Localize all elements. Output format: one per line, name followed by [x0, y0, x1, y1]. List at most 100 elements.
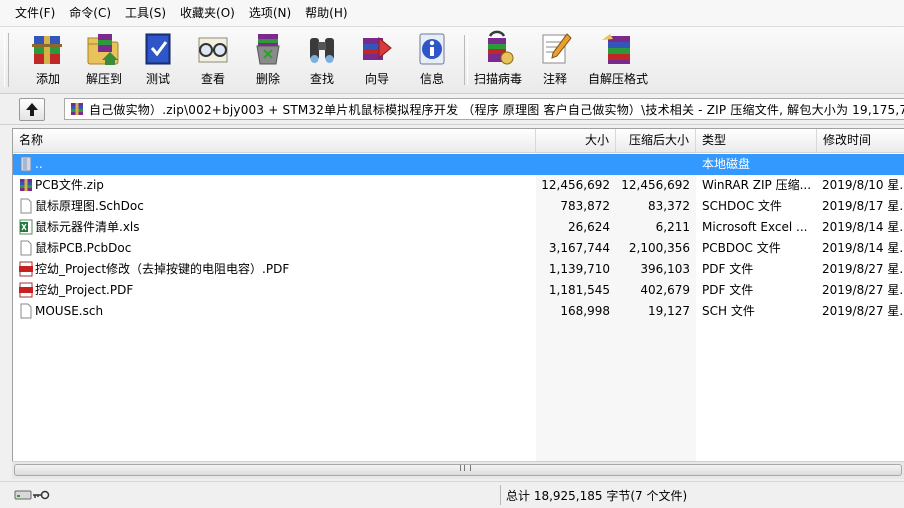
pdf-icon — [19, 261, 33, 277]
file-modified: 2019/8/14 星... — [822, 241, 904, 255]
document-icon — [20, 303, 32, 319]
file-size: 1,139,710 — [548, 262, 610, 276]
address-bar: 自己做实物）.zip\002+bjy003 + STM32单片机鼠标模拟程序开发… — [0, 94, 904, 125]
toolbar-grip[interactable] — [4, 33, 9, 87]
file-modified: 2019/8/27 星... — [822, 283, 904, 297]
comment-button[interactable]: 注释 — [527, 30, 583, 90]
table-row-parent[interactable]: .. 本地磁盘 — [13, 154, 904, 175]
excel-icon — [19, 219, 33, 235]
menu-options[interactable]: 选项(N) — [242, 2, 298, 24]
status-bar: 总计 18,925,185 字节(7 个文件) — [0, 481, 904, 508]
file-type: PDF 文件 — [702, 262, 754, 276]
up-arrow-icon — [26, 103, 38, 116]
scrollbar-grip — [460, 465, 471, 471]
table-row[interactable]: 鼠标元器件清单.xls 26,624 6,211 Microsoft Excel… — [13, 217, 904, 238]
extract-folder-icon — [87, 34, 119, 65]
info-icon — [419, 33, 445, 65]
sfx-label: 自解压格式 — [587, 72, 648, 86]
file-packed-size: 6,211 — [655, 220, 690, 234]
info-label: 信息 — [419, 72, 444, 86]
rar-archive-icon — [71, 103, 83, 115]
file-size: 783,872 — [560, 199, 610, 213]
horizontal-scrollbar[interactable] — [12, 461, 904, 479]
add-button[interactable]: 添加 — [20, 30, 76, 90]
file-modified: 2019/8/14 星... — [822, 220, 904, 234]
folder-up-icon — [20, 156, 32, 172]
view-label: 查看 — [200, 72, 225, 86]
extract-to-button[interactable]: 解压到 — [76, 30, 132, 90]
delete-icon — [256, 34, 280, 65]
file-packed-size: 19,127 — [648, 304, 690, 318]
file-type: PCBDOC 文件 — [702, 241, 781, 255]
delete-button[interactable]: 删除 — [240, 30, 296, 90]
table-row[interactable]: PCB文件.zip 12,456,692 12,456,692 WinRAR Z… — [13, 175, 904, 196]
find-button[interactable]: 查找 — [294, 30, 350, 90]
column-header-size[interactable]: 大小 — [536, 129, 616, 152]
file-name: 鼠标元器件清单.xls — [35, 220, 140, 234]
column-header-name[interactable]: 名称 — [13, 129, 536, 152]
comment-label: 注释 — [542, 72, 567, 86]
file-name: 控幼_Project.PDF — [35, 283, 134, 297]
view-button[interactable]: 查看 — [185, 30, 241, 90]
file-type: SCH 文件 — [702, 304, 755, 318]
table-row[interactable]: 鼠标PCB.PcbDoc 3,167,744 2,100,356 PCBDOC … — [13, 238, 904, 259]
view-glasses-icon — [198, 37, 228, 63]
file-packed-size: 12,456,692 — [621, 178, 690, 192]
file-name: PCB文件.zip — [35, 178, 104, 192]
file-name: .. — [35, 157, 43, 171]
file-name: 控幼_Project修改（去掉按键的电阻电容）.PDF — [35, 262, 290, 276]
test-button[interactable]: 测试 — [130, 30, 186, 90]
scan-virus-button[interactable]: 扫描病毒 — [470, 30, 526, 90]
menu-favorites[interactable]: 收藏夹(O) — [173, 2, 242, 24]
add-archive-icon — [32, 36, 62, 64]
file-modified: 2019/8/10 星... — [822, 178, 904, 192]
pdf-icon — [19, 282, 33, 298]
drive-icon[interactable] — [14, 489, 32, 501]
file-packed-size: 396,103 — [640, 262, 690, 276]
file-name: 鼠标PCB.PcbDoc — [35, 241, 132, 255]
comment-note-icon — [542, 33, 572, 64]
file-list[interactable]: 名称 大小 压缩后大小 类型 修改时间 .. 本地磁盘 PCB文件.zip 12… — [12, 128, 904, 462]
file-name: MOUSE.sch — [35, 304, 104, 318]
extract-to-label: 解压到 — [85, 72, 122, 86]
test-label: 测试 — [145, 72, 170, 86]
menu-tools[interactable]: 工具(S) — [118, 2, 173, 24]
delete-label: 删除 — [255, 72, 280, 86]
find-binoculars-icon — [310, 38, 334, 63]
menu-commands[interactable]: 命令(C) — [62, 2, 118, 24]
virus-scan-icon — [488, 30, 514, 65]
column-header-packed[interactable]: 压缩后大小 — [616, 129, 696, 152]
sfx-archive-icon — [602, 34, 630, 64]
file-type: WinRAR ZIP 压缩... — [702, 178, 812, 192]
find-label: 查找 — [309, 72, 334, 86]
address-path-field[interactable]: 自己做实物）.zip\002+bjy003 + STM32单片机鼠标模拟程序开发… — [64, 98, 904, 120]
add-label: 添加 — [35, 72, 60, 86]
table-row[interactable]: 控幼_Project.PDF 1,181,545 402,679 PDF 文件 … — [13, 280, 904, 301]
file-modified: 2019/8/27 星... — [822, 304, 904, 318]
status-divider — [500, 485, 501, 505]
column-header-modified[interactable]: 修改时间 — [817, 129, 904, 152]
wizard-button[interactable]: 向导 — [349, 30, 405, 90]
table-row[interactable]: MOUSE.sch 168,998 19,127 SCH 文件 2019/8/2… — [13, 301, 904, 322]
up-folder-button[interactable] — [19, 98, 45, 121]
file-name: 鼠标原理图.SchDoc — [35, 199, 144, 213]
menu-file[interactable]: 文件(F) — [8, 2, 62, 24]
menu-bar: 文件(F) 命令(C) 工具(S) 收藏夹(O) 选项(N) 帮助(H) — [0, 0, 904, 27]
info-button[interactable]: 信息 — [404, 30, 460, 90]
table-row[interactable]: 鼠标原理图.SchDoc 783,872 83,372 SCHDOC 文件 20… — [13, 196, 904, 217]
status-summary: 总计 18,925,185 字节(7 个文件) — [506, 489, 688, 503]
table-row[interactable]: 控幼_Project修改（去掉按键的电阻电容）.PDF 1,139,710 39… — [13, 259, 904, 280]
file-size: 3,167,744 — [548, 241, 610, 255]
file-packed-size: 2,100,356 — [628, 241, 690, 255]
sfx-button[interactable]: 自解压格式 — [583, 30, 653, 90]
key-icon[interactable] — [32, 489, 50, 501]
test-book-icon — [145, 33, 171, 65]
document-icon — [20, 198, 32, 214]
column-header-type[interactable]: 类型 — [696, 129, 817, 152]
file-size: 168,998 — [560, 304, 610, 318]
menu-help[interactable]: 帮助(H) — [298, 2, 354, 24]
scrollbar-thumb[interactable] — [14, 464, 902, 476]
file-modified: 2019/8/27 星... — [822, 262, 904, 276]
file-type: Microsoft Excel ... — [702, 220, 808, 234]
file-type: PDF 文件 — [702, 283, 754, 297]
